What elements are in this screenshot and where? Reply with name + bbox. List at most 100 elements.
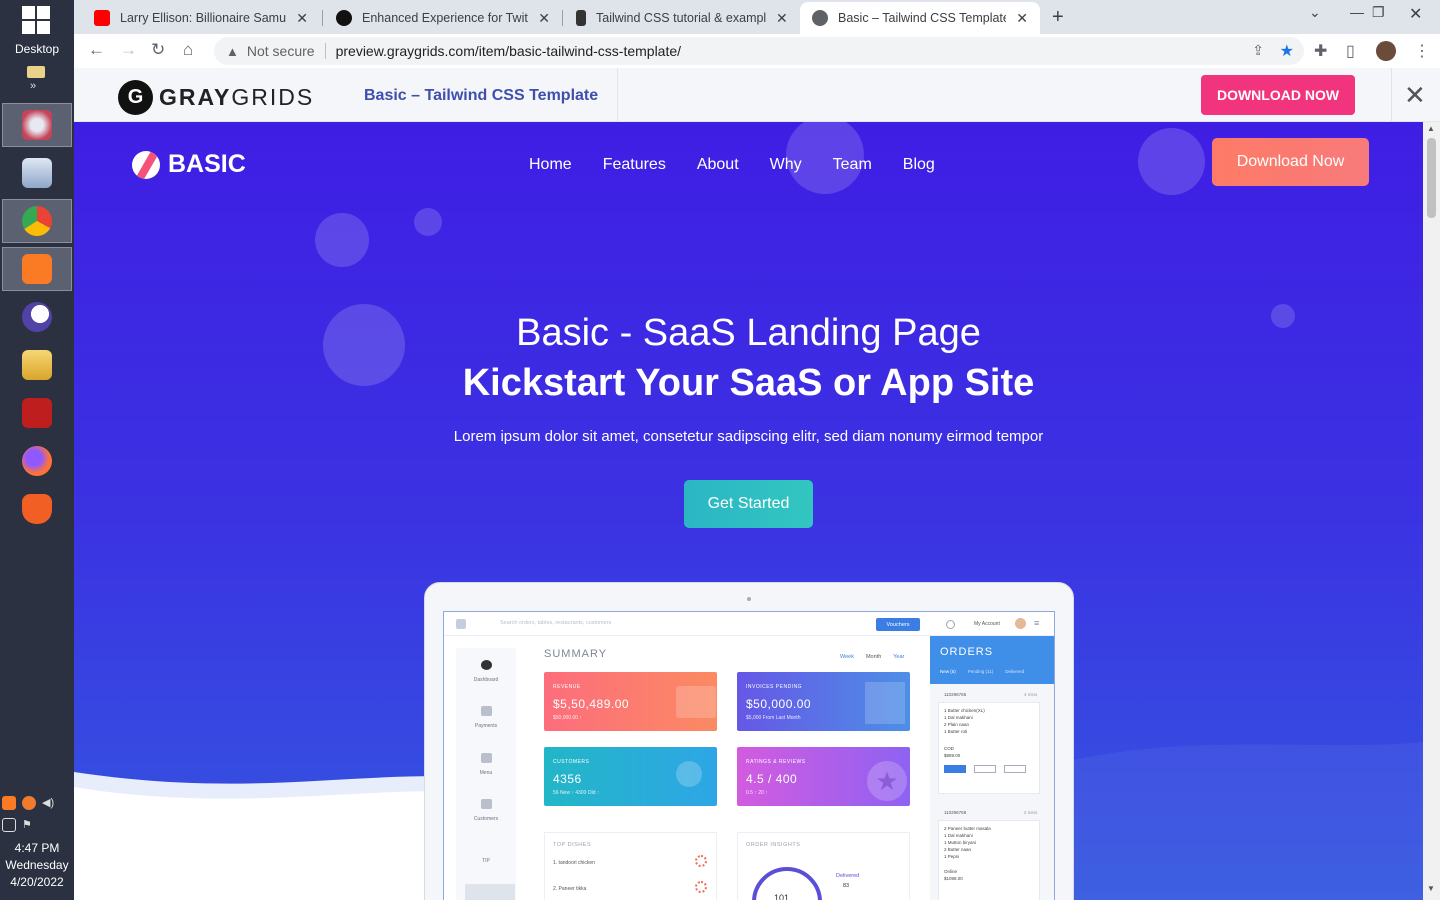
scrollbar-thumb[interactable] [1427, 138, 1436, 218]
nav-features[interactable]: Features [603, 156, 666, 174]
nav-home[interactable]: Home [529, 156, 572, 174]
xampp-icon [22, 254, 52, 284]
firefox-icon [22, 446, 52, 476]
close-window-button[interactable]: ✕ [1409, 4, 1422, 24]
youtube-favicon-icon [94, 10, 110, 26]
taskbar-app-explorer[interactable] [2, 343, 72, 387]
home-icon[interactable]: ⌂ [183, 40, 193, 60]
brave-icon [22, 494, 52, 524]
reload-button[interactable]: ↻ [151, 40, 165, 60]
update-tray-icon[interactable] [22, 796, 36, 810]
security-status[interactable]: Not secure [247, 43, 315, 59]
tab-twitter-extension[interactable]: Enhanced Experience for Twitter ✕ [324, 2, 562, 34]
close-tab-icon[interactable]: ✕ [1016, 10, 1028, 27]
insights-total: 101 [774, 893, 790, 900]
tab-search-icon[interactable]: ⌄ [1309, 4, 1321, 21]
notification-icon [946, 620, 955, 629]
taskbar-app-brave[interactable] [2, 487, 72, 531]
invoices-card: INVOICES PENDING $50,000.00 $5,000 From … [737, 672, 910, 731]
side-panel-icon[interactable]: ▯ [1346, 41, 1355, 61]
taskbar-app-eclipse[interactable] [2, 295, 72, 339]
hamburger-icon: ≡ [1034, 618, 1040, 628]
taskbar-app-chrome[interactable] [2, 199, 72, 243]
download-now-button[interactable]: Download Now [1212, 138, 1369, 186]
forward-button[interactable]: → [120, 40, 137, 60]
site-logo[interactable]: BASIC [132, 150, 246, 179]
order-item: 1 Butter chicken(XL) [944, 708, 985, 713]
bookmark-star-icon[interactable]: ★ [1280, 41, 1294, 61]
customers-card: CUSTOMERS 4356 56 New ↑ 4300 Old ↑ [544, 747, 717, 806]
nav-about[interactable]: About [697, 156, 739, 174]
address-bar[interactable]: ▲ Not secure preview.graygrids.com/item/… [214, 37, 1304, 65]
scroll-down-icon[interactable]: ▼ [1427, 884, 1435, 893]
tab-title: Enhanced Experience for Twitter [362, 11, 529, 25]
tab-basic-template[interactable]: Basic – Tailwind CSS Template | P ✕ [800, 2, 1040, 34]
order-card: 2 Paneer butter masala 1 Dal makhani 1 M… [938, 820, 1040, 900]
tab-tailwind-tutorial[interactable]: Tailwind CSS tutorial & examples ✕ [564, 2, 800, 34]
back-button[interactable]: ← [88, 40, 105, 60]
chevron-down-icon[interactable]: » [30, 80, 36, 92]
taskbar-app-monitor[interactable] [2, 151, 72, 195]
new-tab-button[interactable]: + [1052, 6, 1064, 29]
orders-tab-new: New (5) [940, 669, 956, 674]
card-value: 4356 [553, 772, 582, 786]
network-icon[interactable] [2, 818, 16, 832]
page-scrollbar[interactable]: ▲ ▼ [1423, 122, 1440, 900]
extensions-icon[interactable]: ✚ [1314, 41, 1327, 61]
windows-start-icon[interactable] [22, 6, 52, 36]
close-tab-icon[interactable]: ✕ [776, 10, 788, 27]
restore-button[interactable]: ❐ [1372, 4, 1385, 21]
bookmark-favicon-icon [576, 10, 586, 26]
decorative-bubble [414, 208, 442, 236]
tab-title: Basic – Tailwind CSS Template | P [838, 11, 1007, 25]
graygrids-download-button[interactable]: DOWNLOAD NOW [1201, 75, 1355, 115]
minimize-button[interactable]: — [1350, 4, 1364, 20]
tab-divider [562, 10, 563, 26]
hero-section: BASIC Home Features About Why Team Blog … [74, 122, 1423, 900]
clock-day: Wednesday [5, 858, 69, 872]
folder-icon[interactable] [27, 66, 45, 78]
file-explorer-icon [22, 350, 52, 380]
warning-icon[interactable]: ▲ [226, 44, 239, 59]
taskbar-app-filezilla[interactable] [2, 391, 72, 435]
close-preview-icon[interactable]: ✕ [1404, 80, 1426, 111]
dashboard-icon [480, 660, 492, 670]
xampp-tray-icon[interactable] [2, 796, 16, 810]
order-item: 1 Mutton biryani [944, 840, 977, 845]
taskbar-clock[interactable]: 4:47 PM Wednesday 4/20/2022 [0, 840, 74, 891]
card-value: $5,50,489.00 [553, 697, 630, 711]
get-started-button[interactable]: Get Started [684, 480, 813, 528]
close-tab-icon[interactable]: ✕ [538, 10, 550, 27]
sidebar-payments: Payments [456, 706, 516, 729]
menu-icon[interactable]: ⋮ [1414, 41, 1430, 61]
tab-title: Larry Ellison: Billionaire Samurai W [120, 11, 287, 25]
sidebar-dashboard: Dashboard [456, 660, 516, 683]
nav-blog[interactable]: Blog [903, 156, 935, 174]
brand-name: BASIC [168, 150, 246, 178]
nav-why[interactable]: Why [770, 156, 802, 174]
address-divider [324, 43, 326, 59]
tab-title: Tailwind CSS tutorial & examples [596, 11, 766, 25]
windows-taskbar: Desktop » ◀) ⚑ 4:47 PM Wednesday 4/20/20… [0, 0, 74, 900]
taskbar-app-xampp[interactable] [2, 247, 72, 291]
globe-favicon-icon [812, 10, 828, 26]
close-tab-icon[interactable]: ✕ [296, 10, 308, 27]
order-card: 1 Butter chicken(XL) 1 Dal makhani 2 Pla… [938, 702, 1040, 794]
nav-team[interactable]: Team [833, 156, 872, 174]
card-sub: 56 New ↑ 4300 Old ↑ [553, 790, 600, 796]
taskbar-app-firefox[interactable] [2, 439, 72, 483]
dashboard-mockup: Search orders, tables, restaurants, cust… [424, 582, 1074, 900]
order-item: 2 Plain naan [944, 722, 970, 727]
volume-icon[interactable]: ◀) [42, 796, 56, 810]
share-icon[interactable]: ⇪ [1252, 42, 1264, 59]
profile-avatar[interactable] [1376, 41, 1396, 61]
taskbar-app-snipping[interactable] [2, 103, 72, 147]
order-payment: COD [944, 746, 954, 751]
order-age: 2 mins [1024, 810, 1038, 815]
desktop-toolbar-label[interactable]: Desktop [0, 42, 74, 56]
scroll-up-icon[interactable]: ▲ [1427, 124, 1435, 133]
graygrids-logo[interactable]: G GRAYGRIDS [118, 80, 314, 115]
tab-youtube[interactable]: Larry Ellison: Billionaire Samurai W ✕ [82, 2, 320, 34]
flag-icon[interactable]: ⚑ [22, 818, 36, 832]
url-text[interactable]: preview.graygrids.com/item/basic-tailwin… [336, 43, 681, 59]
